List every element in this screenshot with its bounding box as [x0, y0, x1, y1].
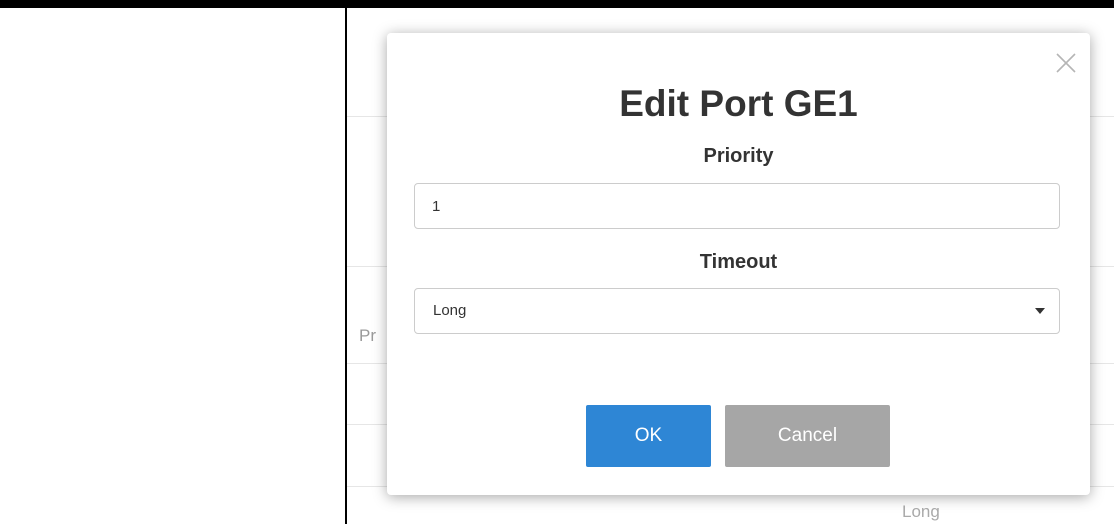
close-button[interactable]: [1052, 49, 1080, 77]
timeout-label: Timeout: [699, 251, 778, 273]
app-frame: Pr Long Edit Port GE1 Priority Timeout L…: [0, 0, 1114, 524]
background-text-fragment: Pr: [359, 326, 376, 345]
top-border: [0, 0, 1114, 8]
priority-label: Priority: [703, 145, 774, 167]
background-text-fragment: Long: [902, 502, 940, 521]
timeout-select[interactable]: Long: [414, 288, 1060, 334]
timeout-selected-value: Long: [433, 302, 467, 319]
close-icon: [1056, 53, 1076, 73]
caret-down-icon: [1035, 308, 1045, 314]
edit-port-dialog: Edit Port GE1 Priority Timeout Long OK C…: [387, 33, 1090, 495]
priority-input[interactable]: [414, 183, 1060, 229]
ok-button[interactable]: OK: [586, 405, 711, 467]
cancel-button[interactable]: Cancel: [725, 405, 890, 467]
left-panel: [0, 8, 345, 524]
dialog-title: Edit Port GE1: [619, 83, 858, 124]
